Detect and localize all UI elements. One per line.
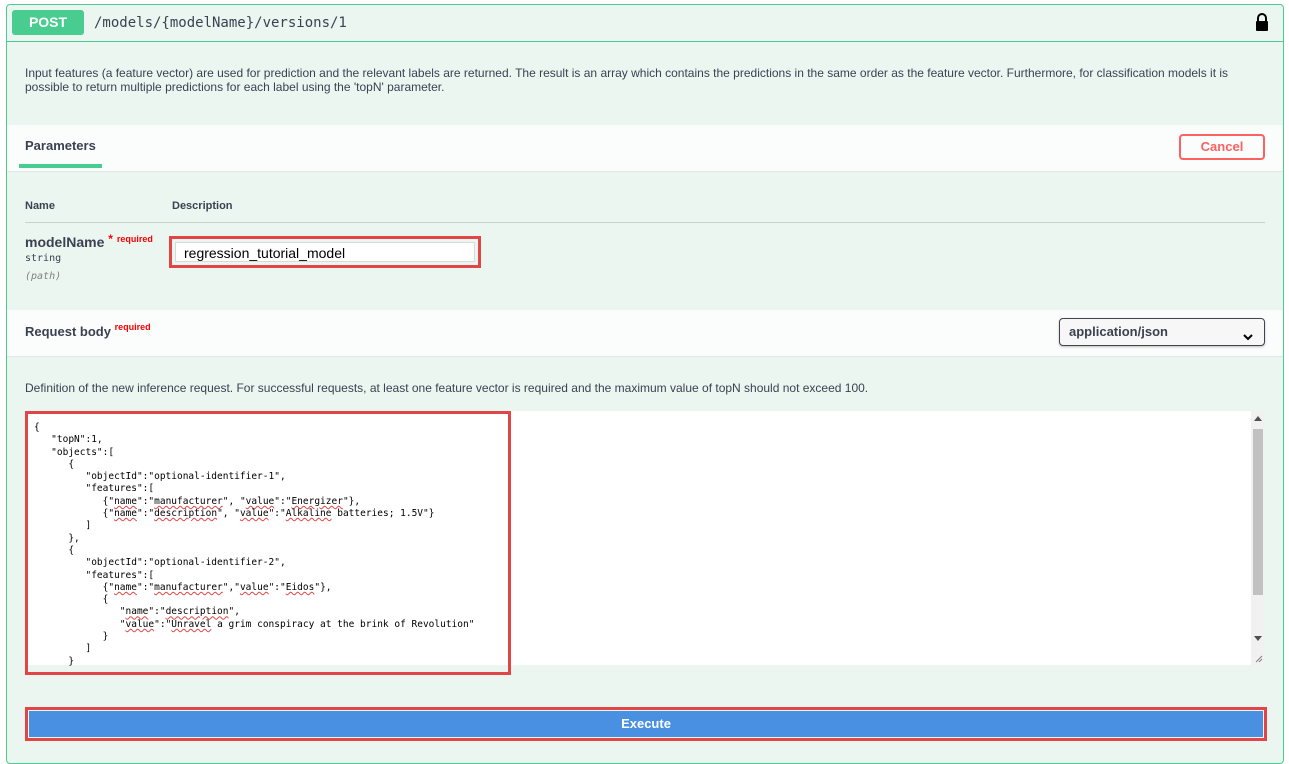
required-star: * [108,232,113,246]
scroll-down-icon[interactable] [1254,636,1262,641]
lock-icon[interactable] [1254,12,1270,32]
modelname-input[interactable]: regression_tutorial_model [175,242,475,262]
cancel-button[interactable]: Cancel [1179,134,1265,160]
request-body-textarea[interactable]: { "topN":1, "objects":[ { "objectId":"op… [28,414,508,672]
highlight-box-modelname: regression_tutorial_model [169,236,481,268]
endpoint-path: /models/{modelName}/versions/1 [94,15,347,31]
parameter-location: (path) [25,271,62,282]
parameter-type: string [25,253,62,264]
column-header-name: Name [25,200,55,212]
highlight-box-execute: Execute [25,707,1267,741]
required-label: required [114,322,151,332]
method-badge: POST [12,10,84,35]
opblock-post: POST /models/{modelName}/versions/1 Inpu… [6,4,1284,764]
parameter-name: modelName * required [25,232,153,250]
scrollbar[interactable] [1251,411,1265,665]
execute-button[interactable]: Execute [29,711,1263,737]
opblock-summary[interactable]: POST /models/{modelName}/versions/1 [7,5,1283,42]
tab-parameters[interactable]: Parameters [19,138,102,168]
scroll-up-icon[interactable] [1254,416,1262,421]
chevron-down-icon [1242,326,1254,341]
request-body-description: Definition of the new inference request.… [25,381,869,395]
content-type-select[interactable]: application/json [1059,318,1265,346]
resize-grip-icon[interactable] [1253,653,1263,663]
content-type-value: application/json [1069,324,1168,339]
request-body-editor[interactable]: { "topN":1, "objects":[ { "objectId":"op… [25,411,1265,675]
operation-description: Input features (a feature vector) are us… [25,66,1229,94]
divider [25,222,1265,223]
column-header-description: Description [172,200,233,212]
request-body-header: Request body required application/json [7,310,1283,357]
request-body-title: Request body required [25,322,151,339]
scrollbar-thumb[interactable] [1253,429,1263,595]
highlight-box-code: { "topN":1, "objects":[ { "objectId":"op… [25,411,511,675]
required-label: required [116,234,153,244]
parameters-header: Parameters Cancel [7,125,1283,172]
